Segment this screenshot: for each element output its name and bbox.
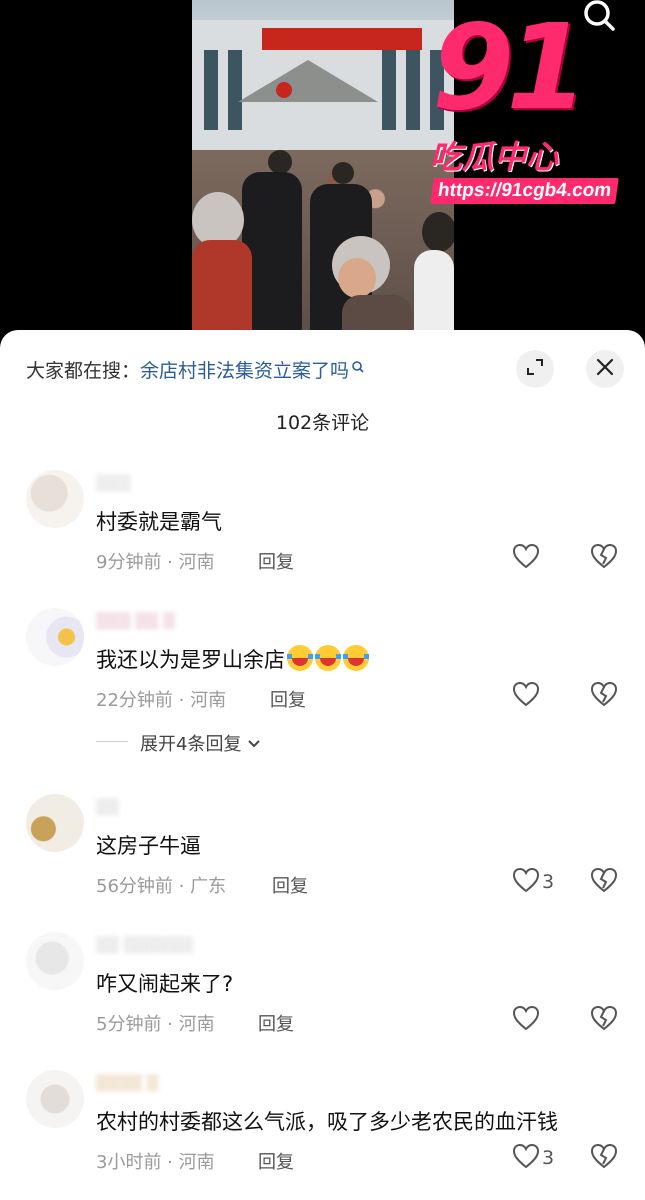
comment-time: 5分钟前 [96, 1014, 162, 1035]
heart-icon [512, 1005, 540, 1035]
video-player[interactable]: 91 吃瓜中心 https://91cgb4.com [0, 0, 645, 345]
dislike-button[interactable] [590, 680, 620, 712]
comment-time: 22分钟前 [96, 690, 173, 711]
heart-icon [512, 543, 540, 573]
comment-location: 河南 [178, 1152, 215, 1173]
avatar[interactable] [26, 932, 84, 990]
comment-text: 村委就是霸气 [96, 510, 222, 534]
watermark-title: 吃瓜中心 [430, 138, 559, 176]
comment-text: 这房子牛逼 [96, 834, 201, 858]
heart-icon [512, 867, 540, 897]
like-count: 3 [542, 871, 555, 893]
like-count: 3 [542, 1147, 555, 1169]
comment-location: 河南 [178, 552, 215, 573]
comment-location: 河南 [178, 1014, 215, 1035]
heart-icon [512, 1143, 540, 1173]
expand-replies-label: 展开4条回复 [140, 734, 242, 755]
search-suggestion-prefix: 大家都在搜： [26, 360, 141, 382]
like-button[interactable]: 3 [512, 866, 554, 898]
comment-meta: 9分钟前 · 河南 [96, 552, 215, 573]
like-button[interactable]: 3 [512, 1142, 554, 1174]
comment-count: 102条评论 [275, 412, 370, 434]
username[interactable]: ▒▒▒ [96, 474, 131, 492]
comment-time: 3小时前 [96, 1152, 162, 1173]
sheet-header: 大家都在搜：余店村非法集资立案了吗 102条评论 [0, 330, 645, 434]
username[interactable]: ▒▒▒ ▒▒ ▒ [96, 612, 175, 630]
dislike-button[interactable] [590, 1004, 620, 1036]
search-suggestion[interactable]: 大家都在搜：余店村非法集资立案了吗 [26, 356, 365, 383]
search-suggestion-query[interactable]: 余店村非法集资立案了吗 [140, 360, 349, 382]
like-button[interactable] [512, 680, 540, 712]
close-button[interactable] [586, 350, 624, 388]
reply-button[interactable]: 回复 [270, 686, 306, 712]
like-button[interactable] [512, 542, 540, 574]
comment-time: 9分钟前 [96, 552, 162, 573]
avatar[interactable] [26, 1070, 84, 1128]
red-star-emblem [276, 82, 292, 98]
avatar[interactable] [26, 608, 84, 666]
building-roof [238, 60, 378, 102]
comment-location: 广东 [190, 876, 227, 897]
broken-heart-icon [590, 1005, 618, 1035]
username[interactable]: ▒▒▒▒ ▒ [96, 1074, 158, 1092]
broken-heart-icon [590, 1143, 618, 1173]
comment-sheet: 大家都在搜：余店村非法集资立案了吗 102条评论 ▒▒▒ 村委就是霸气 9分钟前… [0, 330, 645, 1200]
crying-laughing-emoji [343, 645, 369, 671]
heart-icon [512, 681, 540, 711]
broken-heart-icon [590, 867, 618, 897]
expand-button[interactable] [516, 350, 554, 388]
comment-text-body: 我还以为是罗山余店 [96, 648, 285, 672]
expand-replies-button[interactable]: 展开4条回复 [140, 730, 261, 756]
comment-meta: 3小时前 · 河南 [96, 1152, 215, 1173]
comment-location: 河南 [190, 690, 227, 711]
chevron-down-icon [247, 734, 261, 755]
username[interactable]: ▒▒ ▒▒▒▒▒▒ [96, 936, 193, 954]
reply-button[interactable]: 回复 [258, 1148, 294, 1174]
reply-button[interactable]: 回复 [258, 548, 294, 574]
avatar[interactable] [26, 470, 84, 528]
watermark-number: 91 [432, 0, 588, 136]
comment-meta: 56分钟前 · 广东 [96, 876, 227, 897]
building-sign [262, 28, 422, 50]
comment-meta: 22分钟前 · 河南 [96, 690, 227, 711]
comment-text: 咋又闹起来了? [96, 972, 234, 996]
crying-laughing-emoji [287, 645, 313, 671]
search-icon[interactable] [580, 0, 620, 36]
dislike-button[interactable] [590, 542, 620, 574]
username[interactable]: ▒▒ [96, 798, 119, 816]
reply-button[interactable]: 回复 [272, 872, 308, 898]
comment-text: 农村的村委都这么气派，吸了多少老农民的血汗钱 [96, 1110, 558, 1134]
close-icon [596, 358, 614, 380]
divider [96, 741, 128, 742]
dislike-button[interactable] [590, 1142, 620, 1174]
broken-heart-icon [590, 681, 618, 711]
dislike-button[interactable] [590, 866, 620, 898]
expand-icon [525, 357, 545, 381]
comment-time: 56分钟前 [96, 876, 173, 897]
comment-meta: 5分钟前 · 河南 [96, 1014, 215, 1035]
crying-laughing-emoji [315, 645, 341, 671]
broken-heart-icon [590, 543, 618, 573]
comment-text: 我还以为是罗山余店 [96, 644, 369, 674]
search-icon [351, 357, 365, 373]
reply-button[interactable]: 回复 [258, 1010, 294, 1036]
watermark-url: https://91cgb4.com [430, 178, 619, 204]
like-button[interactable] [512, 1004, 540, 1036]
site-watermark: 91 吃瓜中心 https://91cgb4.com [410, 8, 625, 213]
avatar[interactable] [26, 794, 84, 852]
